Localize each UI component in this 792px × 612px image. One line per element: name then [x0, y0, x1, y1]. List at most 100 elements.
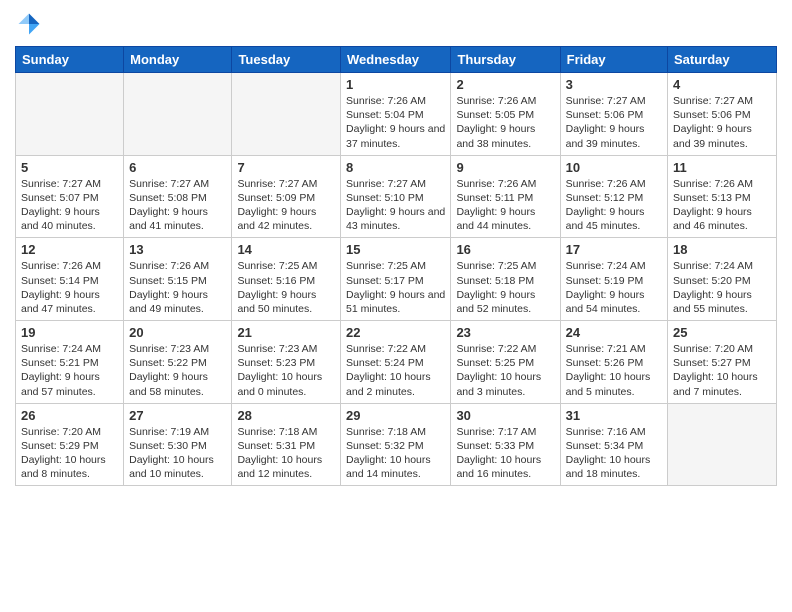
day-info: Sunrise: 7:26 AM Sunset: 5:15 PM Dayligh… [129, 259, 226, 316]
calendar-cell-0-4: 2 Sunrise: 7:26 AM Sunset: 5:05 PM Daylig… [451, 73, 560, 156]
logo [15, 10, 47, 38]
day-number: 9 [456, 160, 554, 175]
day-info: Sunrise: 7:24 AM Sunset: 5:20 PM Dayligh… [673, 259, 771, 316]
day-number: 26 [21, 408, 118, 423]
calendar-cell-4-3: 29Sunrise: 7:18 AM Sunset: 5:32 PM Dayli… [341, 403, 451, 486]
calendar-cell-3-0: 19 Sunrise: 7:24 AM Sunset: 5:21 PM Dayli… [16, 321, 124, 404]
day-info: Sunrise: 7:16 AM Sunset: 5:34 PM Dayligh… [566, 425, 662, 482]
calendar-cell-3-1: 20 Sunrise: 7:23 AM Sunset: 5:22 PM Dayli… [124, 321, 232, 404]
day-number: 14 [237, 242, 335, 257]
day-number: 31 [566, 408, 662, 423]
calendar-cell-2-4: 16 Sunrise: 7:25 AM Sunset: 5:18 PM Dayli… [451, 238, 560, 321]
calendar-cell-0-1 [124, 73, 232, 156]
day-info: Sunrise: 7:20 AM Sunset: 5:29 PM Dayligh… [21, 425, 118, 482]
day-number: 30 [456, 408, 554, 423]
day-info: Sunrise: 7:22 AM Sunset: 5:24 PM Dayligh… [346, 342, 445, 399]
calendar-cell-1-6: 11 Sunrise: 7:26 AM Sunset: 5:13 PM Dayli… [668, 155, 777, 238]
calendar-header-row: SundayMondayTuesdayWednesdayThursdayFrid… [16, 47, 777, 73]
calendar-cell-0-6: 4 Sunrise: 7:27 AM Sunset: 5:06 PM Daylig… [668, 73, 777, 156]
calendar-cell-1-2: 7 Sunrise: 7:27 AM Sunset: 5:09 PM Daylig… [232, 155, 341, 238]
day-number: 29 [346, 408, 445, 423]
day-number: 22 [346, 325, 445, 340]
calendar-cell-3-2: 21 Sunrise: 7:23 AM Sunset: 5:23 PM Dayli… [232, 321, 341, 404]
calendar-cell-1-3: 8 Sunrise: 7:27 AM Sunset: 5:10 PM Daylig… [341, 155, 451, 238]
calendar-cell-1-1: 6Sunrise: 7:27 AM Sunset: 5:08 PM Daylig… [124, 155, 232, 238]
logo-icon [15, 10, 43, 38]
day-number: 1 [346, 77, 445, 92]
calendar-cell-2-2: 14 Sunrise: 7:25 AM Sunset: 5:16 PM Dayli… [232, 238, 341, 321]
calendar-cell-1-5: 10Sunrise: 7:26 AM Sunset: 5:12 PM Dayli… [560, 155, 667, 238]
day-info: Sunrise: 7:27 AM Sunset: 5:06 PM Dayligh… [673, 94, 771, 151]
calendar-cell-4-5: 31 Sunrise: 7:16 AM Sunset: 5:34 PM Dayli… [560, 403, 667, 486]
day-info: Sunrise: 7:27 AM Sunset: 5:08 PM Dayligh… [129, 177, 226, 234]
day-number: 10 [566, 160, 662, 175]
calendar-cell-3-6: 25Sunrise: 7:20 AM Sunset: 5:27 PM Dayli… [668, 321, 777, 404]
calendar-cell-2-5: 17 Sunrise: 7:24 AM Sunset: 5:19 PM Dayli… [560, 238, 667, 321]
day-info: Sunrise: 7:25 AM Sunset: 5:16 PM Dayligh… [237, 259, 335, 316]
day-number: 4 [673, 77, 771, 92]
day-number: 18 [673, 242, 771, 257]
day-number: 17 [566, 242, 662, 257]
calendar-cell-2-6: 18 Sunrise: 7:24 AM Sunset: 5:20 PM Dayli… [668, 238, 777, 321]
day-number: 19 [21, 325, 118, 340]
day-info: Sunrise: 7:19 AM Sunset: 5:30 PM Dayligh… [129, 425, 226, 482]
day-info: Sunrise: 7:23 AM Sunset: 5:23 PM Dayligh… [237, 342, 335, 399]
calendar-cell-2-0: 12Sunrise: 7:26 AM Sunset: 5:14 PM Dayli… [16, 238, 124, 321]
calendar-header-sunday: Sunday [16, 47, 124, 73]
day-info: Sunrise: 7:26 AM Sunset: 5:05 PM Dayligh… [456, 94, 554, 151]
day-info: Sunrise: 7:22 AM Sunset: 5:25 PM Dayligh… [456, 342, 554, 399]
main-container: SundayMondayTuesdayWednesdayThursdayFrid… [0, 0, 792, 496]
calendar-cell-2-1: 13 Sunrise: 7:26 AM Sunset: 5:15 PM Dayli… [124, 238, 232, 321]
day-number: 5 [21, 160, 118, 175]
day-number: 28 [237, 408, 335, 423]
calendar-cell-1-0: 5 Sunrise: 7:27 AM Sunset: 5:07 PM Daylig… [16, 155, 124, 238]
day-info: Sunrise: 7:17 AM Sunset: 5:33 PM Dayligh… [456, 425, 554, 482]
day-number: 8 [346, 160, 445, 175]
day-number: 3 [566, 77, 662, 92]
day-number: 27 [129, 408, 226, 423]
calendar-cell-4-4: 30 Sunrise: 7:17 AM Sunset: 5:33 PM Dayli… [451, 403, 560, 486]
header [15, 10, 777, 38]
calendar-cell-0-2 [232, 73, 341, 156]
calendar-header-thursday: Thursday [451, 47, 560, 73]
calendar-week-row-2: 12Sunrise: 7:26 AM Sunset: 5:14 PM Dayli… [16, 238, 777, 321]
day-number: 16 [456, 242, 554, 257]
day-number: 13 [129, 242, 226, 257]
day-info: Sunrise: 7:25 AM Sunset: 5:18 PM Dayligh… [456, 259, 554, 316]
day-info: Sunrise: 7:26 AM Sunset: 5:13 PM Dayligh… [673, 177, 771, 234]
calendar-cell-3-4: 23 Sunrise: 7:22 AM Sunset: 5:25 PM Dayli… [451, 321, 560, 404]
day-info: Sunrise: 7:24 AM Sunset: 5:21 PM Dayligh… [21, 342, 118, 399]
calendar-table: SundayMondayTuesdayWednesdayThursdayFrid… [15, 46, 777, 486]
calendar-week-row-4: 26 Sunrise: 7:20 AM Sunset: 5:29 PM Dayli… [16, 403, 777, 486]
day-info: Sunrise: 7:27 AM Sunset: 5:09 PM Dayligh… [237, 177, 335, 234]
calendar-cell-4-2: 28Sunrise: 7:18 AM Sunset: 5:31 PM Dayli… [232, 403, 341, 486]
calendar-header-friday: Friday [560, 47, 667, 73]
calendar-cell-3-3: 22 Sunrise: 7:22 AM Sunset: 5:24 PM Dayli… [341, 321, 451, 404]
calendar-week-row-1: 5 Sunrise: 7:27 AM Sunset: 5:07 PM Daylig… [16, 155, 777, 238]
day-info: Sunrise: 7:26 AM Sunset: 5:14 PM Dayligh… [21, 259, 118, 316]
day-info: Sunrise: 7:25 AM Sunset: 5:17 PM Dayligh… [346, 259, 445, 316]
calendar-cell-3-5: 24Sunrise: 7:21 AM Sunset: 5:26 PM Dayli… [560, 321, 667, 404]
calendar-header-monday: Monday [124, 47, 232, 73]
calendar-cell-1-4: 9 Sunrise: 7:26 AM Sunset: 5:11 PM Daylig… [451, 155, 560, 238]
calendar-cell-0-5: 3 Sunrise: 7:27 AM Sunset: 5:06 PM Daylig… [560, 73, 667, 156]
day-number: 21 [237, 325, 335, 340]
day-info: Sunrise: 7:27 AM Sunset: 5:10 PM Dayligh… [346, 177, 445, 234]
calendar-header-tuesday: Tuesday [232, 47, 341, 73]
day-info: Sunrise: 7:26 AM Sunset: 5:11 PM Dayligh… [456, 177, 554, 234]
calendar-cell-4-1: 27 Sunrise: 7:19 AM Sunset: 5:30 PM Dayli… [124, 403, 232, 486]
day-info: Sunrise: 7:27 AM Sunset: 5:06 PM Dayligh… [566, 94, 662, 151]
calendar-week-row-0: 1Sunrise: 7:26 AM Sunset: 5:04 PM Daylig… [16, 73, 777, 156]
day-number: 7 [237, 160, 335, 175]
day-number: 2 [456, 77, 554, 92]
calendar-week-row-3: 19 Sunrise: 7:24 AM Sunset: 5:21 PM Dayli… [16, 321, 777, 404]
day-number: 15 [346, 242, 445, 257]
day-number: 20 [129, 325, 226, 340]
day-number: 11 [673, 160, 771, 175]
day-info: Sunrise: 7:23 AM Sunset: 5:22 PM Dayligh… [129, 342, 226, 399]
day-info: Sunrise: 7:20 AM Sunset: 5:27 PM Dayligh… [673, 342, 771, 399]
day-info: Sunrise: 7:24 AM Sunset: 5:19 PM Dayligh… [566, 259, 662, 316]
day-number: 23 [456, 325, 554, 340]
calendar-header-saturday: Saturday [668, 47, 777, 73]
day-info: Sunrise: 7:27 AM Sunset: 5:07 PM Dayligh… [21, 177, 118, 234]
